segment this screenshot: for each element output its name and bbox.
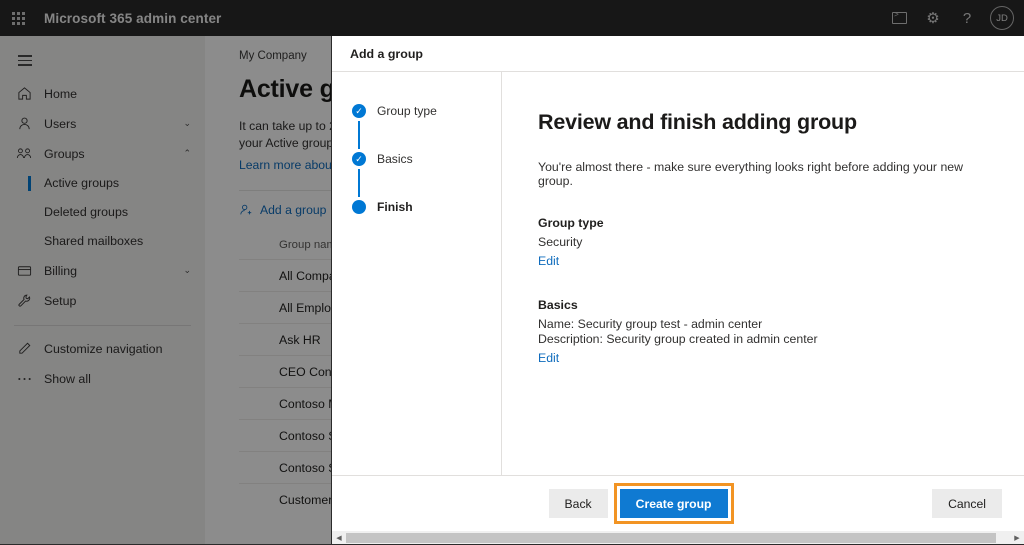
screen: Microsoft 365 admin center ⚙ ? JD Home [0,0,1024,545]
wizard-step-group-type[interactable]: ✓ Group type [352,101,501,121]
wizard-step-label: Basics [377,152,413,166]
section-value-group-type: Security [538,235,583,249]
step-connector [358,169,360,197]
dialog-body: ✓ Group type ✓ Basics Finish Review and … [332,71,1024,475]
scroll-right-arrow-icon[interactable]: ▶ [1010,534,1024,542]
back-button[interactable]: Back [548,489,608,518]
step-complete-check-icon: ✓ [352,152,366,166]
section-title-group-type: Group type [538,216,604,230]
review-intro: You're almost there - make sure everythi… [538,160,963,188]
section-value-description: Description: Security group created in a… [538,332,818,346]
scroll-left-arrow-icon[interactable]: ◀ [332,534,346,542]
dialog-footer: Back Create group Cancel [332,475,1024,531]
dialog-title: Add a group [350,46,423,61]
dialog-horizontal-scrollbar[interactable]: ◀ ▶ [332,531,1024,545]
add-group-dialog: Add a group ✓ Group type ✓ Basics Finish [331,36,1024,545]
wizard-step-finish[interactable]: Finish [352,197,501,217]
edit-group-type-link[interactable]: Edit [538,254,559,268]
section-value-name: Name: Security group test - admin center [538,317,763,331]
wizard-steps: ✓ Group type ✓ Basics Finish [332,72,502,475]
create-group-button[interactable]: Create group [619,489,728,518]
step-complete-check-icon: ✓ [352,104,366,118]
section-title-basics: Basics [538,298,578,312]
review-pane: Review and finish adding group You're al… [502,72,1024,475]
scrollbar-thumb[interactable] [346,533,996,543]
review-heading: Review and finish adding group [538,110,857,134]
step-connector [358,121,360,149]
create-group-highlight: Create group [613,483,734,524]
wizard-step-basics[interactable]: ✓ Basics [352,149,501,169]
step-current-dot-icon [352,200,366,214]
wizard-step-label: Group type [377,104,437,118]
edit-basics-link[interactable]: Edit [538,351,559,365]
wizard-step-label: Finish [377,200,413,214]
cancel-button[interactable]: Cancel [932,489,1002,518]
